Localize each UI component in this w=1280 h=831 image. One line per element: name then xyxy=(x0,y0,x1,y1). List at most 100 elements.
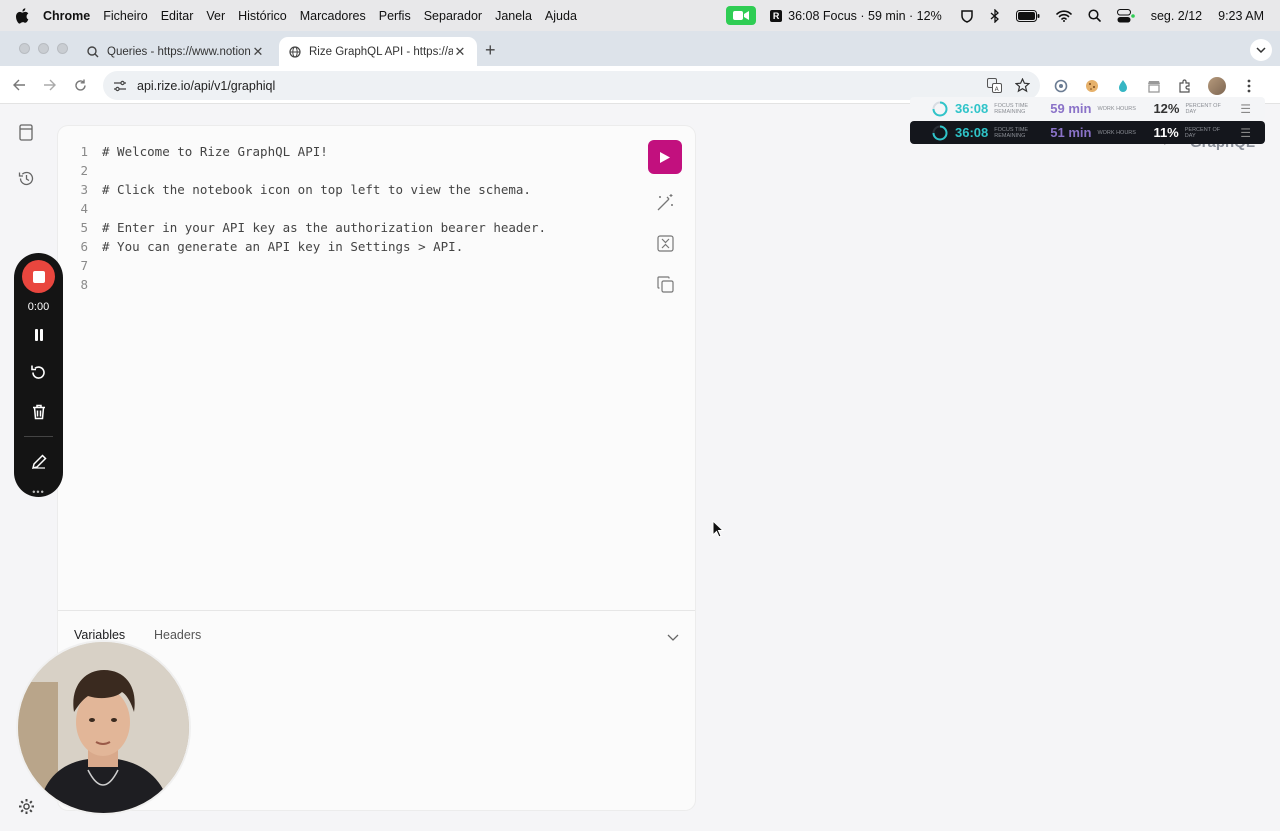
globe-icon xyxy=(289,45,301,58)
prettify-icon[interactable] xyxy=(655,192,675,212)
focus-status-text[interactable]: 36:08 Focus · 59 min · 12% xyxy=(788,9,942,23)
focus-time-remaining: 36:08 xyxy=(955,101,989,116)
restart-icon[interactable] xyxy=(29,363,48,382)
line-text[interactable]: # Click the notebook icon on top left to… xyxy=(102,182,531,197)
close-window-button[interactable] xyxy=(19,43,30,54)
line-number: 2 xyxy=(80,163,88,178)
menu-historico[interactable]: Histórico xyxy=(238,9,287,23)
run-query-button[interactable] xyxy=(648,140,682,174)
tab-search-chevron-icon[interactable] xyxy=(1250,39,1272,61)
bluetooth-icon[interactable] xyxy=(990,8,1000,23)
drop-extension-icon[interactable] xyxy=(1115,78,1131,94)
menubar-time[interactable]: 9:23 AM xyxy=(1218,9,1264,23)
more-options-icon[interactable]: ••• xyxy=(14,487,63,497)
line-number: 1 xyxy=(80,144,88,159)
wifi-icon[interactable] xyxy=(1055,9,1072,22)
trash-icon[interactable] xyxy=(29,402,48,421)
line-text[interactable]: # Enter in your API key as the authoriza… xyxy=(102,220,546,235)
hamburger-menu-icon[interactable]: ☰ xyxy=(1240,102,1251,116)
search-icon xyxy=(87,45,99,57)
tab-rize-graphql[interactable]: Rize GraphQL API - https://ap ✕ xyxy=(279,37,477,66)
zoom-window-button[interactable] xyxy=(57,43,68,54)
work-hours-label: WORK HOURS xyxy=(1097,129,1136,136)
menu-separador[interactable]: Separador xyxy=(424,9,482,23)
chevron-down-icon[interactable] xyxy=(667,628,679,646)
close-tab-icon[interactable]: ✕ xyxy=(453,44,467,60)
translate-icon[interactable]: A xyxy=(986,77,1002,93)
line-number: 3 xyxy=(80,182,88,197)
tab-notion-queries[interactable]: Queries - https://www.notion. ✕ xyxy=(77,37,275,66)
rize-widget-dark[interactable]: 36:08 FOCUS TIME REMAINING 51 min WORK H… xyxy=(910,121,1265,144)
presenter-video-image xyxy=(18,642,189,813)
rize-menubar-icon[interactable]: R xyxy=(770,9,783,22)
menu-editar[interactable]: Editar xyxy=(161,9,194,23)
menu-perfis[interactable]: Perfis xyxy=(379,9,411,23)
settings-gear-icon[interactable] xyxy=(17,797,35,815)
puzzle-extensions-icon[interactable] xyxy=(1177,78,1193,94)
percent-of-day-label: PERCENT OF DAY xyxy=(1184,126,1221,139)
rize-widget-light[interactable]: 36:08 FOCUS TIME REMAINING 59 min WORK H… xyxy=(910,97,1265,120)
copy-query-icon[interactable] xyxy=(655,274,675,294)
screen-recorder-controls: 0:00 ••• xyxy=(14,253,63,497)
tab-label: Rize GraphQL API - https://ap xyxy=(309,45,453,58)
site-settings-icon[interactable] xyxy=(113,80,127,92)
url-text: api.rize.io/api/v1/graphiql xyxy=(137,78,276,93)
line-text[interactable]: # You can generate an API key in Setting… xyxy=(102,239,463,254)
bookmark-star-icon[interactable] xyxy=(1014,77,1030,93)
menu-app-name[interactable]: Chrome xyxy=(43,9,90,23)
editor-line: 7 xyxy=(58,256,638,275)
focus-time-remaining: 36:08 xyxy=(955,125,989,140)
hamburger-menu-icon[interactable]: ☰ xyxy=(1240,126,1251,140)
percent-of-day-value: 11% xyxy=(1153,125,1179,140)
history-icon[interactable] xyxy=(17,169,35,187)
editor-line: 5 # Enter in your API key as the authoriz… xyxy=(58,218,638,237)
minimize-window-button[interactable] xyxy=(38,43,49,54)
menubar-date[interactable]: seg. 2/12 xyxy=(1151,9,1202,23)
menu-ver[interactable]: Ver xyxy=(206,9,225,23)
merge-fragments-icon[interactable] xyxy=(655,233,675,253)
address-bar[interactable]: api.rize.io/api/v1/graphiql A xyxy=(103,71,1040,100)
editor-line: 3 # Click the notebook icon on top left t… xyxy=(58,180,638,199)
focus-time-label: FOCUS TIME REMAINING xyxy=(994,102,1029,115)
work-hours-value: 51 min xyxy=(1050,125,1092,140)
editor-line: 2 xyxy=(58,161,638,180)
tab-headers[interactable]: Headers xyxy=(154,628,201,642)
profile-avatar[interactable] xyxy=(1208,77,1226,95)
work-hours-value: 59 min xyxy=(1050,101,1092,116)
control-center-icon[interactable] xyxy=(1116,8,1135,23)
editor-tools-divider xyxy=(58,610,695,611)
recorder-divider xyxy=(24,436,53,437)
pencil-draw-icon[interactable] xyxy=(29,452,48,471)
chrome-menu-icon[interactable] xyxy=(1241,78,1257,94)
window-controls[interactable] xyxy=(19,43,68,54)
query-editor[interactable]: 1 # Welcome to Rize GraphQL API! 2 3 # Cli… xyxy=(58,142,638,294)
battery-icon[interactable] xyxy=(1015,9,1040,22)
work-hours-label: WORK HOURS xyxy=(1097,105,1136,112)
shield-icon[interactable] xyxy=(960,9,974,23)
close-tab-icon[interactable]: ✕ xyxy=(251,44,265,60)
menu-marcadores[interactable]: Marcadores xyxy=(300,9,366,23)
line-text[interactable]: # Welcome to Rize GraphQL API! xyxy=(102,144,328,159)
menu-janela[interactable]: Janela xyxy=(495,9,532,23)
forward-arrow-icon[interactable] xyxy=(41,77,57,93)
apple-icon[interactable] xyxy=(15,7,29,24)
extension-ring-icon[interactable] xyxy=(1053,78,1069,94)
store-extension-icon[interactable] xyxy=(1146,78,1162,94)
focus-progress-ring-icon xyxy=(932,125,948,140)
pause-icon[interactable] xyxy=(29,325,48,344)
docs-notebook-icon[interactable] xyxy=(17,123,35,141)
menu-bar: Chrome Ficheiro Editar Ver Histórico Mar… xyxy=(0,0,1280,31)
menu-ajuda[interactable]: Ajuda xyxy=(545,9,577,23)
spotlight-search-icon[interactable] xyxy=(1088,9,1101,22)
facetime-camera-icon[interactable] xyxy=(726,6,757,25)
stop-recording-button[interactable] xyxy=(22,260,55,293)
new-tab-button[interactable]: + xyxy=(485,41,496,59)
tab-variables[interactable]: Variables xyxy=(74,628,125,642)
reload-icon[interactable] xyxy=(72,77,88,93)
line-number: 6 xyxy=(80,239,88,254)
back-arrow-icon[interactable] xyxy=(11,77,27,93)
percent-of-day-label: PERCENT OF DAY xyxy=(1185,102,1221,115)
cookie-extension-icon[interactable] xyxy=(1084,78,1100,94)
webcam-bubble[interactable] xyxy=(18,642,189,813)
menu-ficheiro[interactable]: Ficheiro xyxy=(103,9,147,23)
